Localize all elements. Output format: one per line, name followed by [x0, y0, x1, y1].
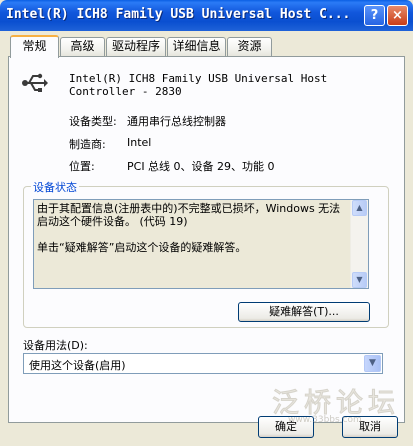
location-value: PCI 总线 0、设备 29、功能 0 — [127, 160, 275, 173]
status-scrollbar[interactable]: ▲ ▼ — [350, 200, 368, 288]
chevron-down-icon[interactable]: ▼ — [364, 355, 381, 372]
tab-driver[interactable]: 驱动程序 — [106, 37, 166, 56]
device-usage-label: 设备用法(D): — [23, 339, 88, 352]
close-button[interactable]: × — [387, 5, 408, 26]
troubleshoot-button[interactable]: 疑难解答(T)... — [238, 302, 370, 322]
status-text: 由于其配置信息(注册表中的)不完整或已损坏，Windows 无法启动这个硬件设备… — [37, 202, 350, 254]
device-name: Intel(R) ICH8 Family USB Universal Host … — [69, 72, 328, 98]
scroll-down-arrow-icon[interactable]: ▼ — [352, 272, 367, 288]
manufacturer-value: Intel — [127, 136, 152, 149]
tab-resources[interactable]: 资源 — [227, 37, 272, 56]
device-type-value: 通用串行总线控制器 — [127, 115, 226, 128]
status-hint: 单击“疑难解答”启动这个设备的疑难解答。 — [37, 241, 247, 254]
scroll-up-arrow-icon[interactable]: ▲ — [352, 200, 367, 216]
usb-icon — [22, 72, 48, 94]
help-button[interactable]: ? — [364, 5, 385, 26]
manufacturer-label: 制造商: — [69, 138, 106, 151]
device-status-title: 设备状态 — [31, 179, 79, 195]
status-textbox[interactable]: 由于其配置信息(注册表中的)不完整或已损坏，Windows 无法启动这个硬件设备… — [33, 199, 369, 289]
window-title: Intel(R) ICH8 Family USB Universal Host … — [6, 7, 351, 22]
forum-watermark: 泛桥论坛 www.33bbs.com — [272, 381, 404, 427]
location-label: 位置: — [69, 160, 95, 173]
tab-general[interactable]: 常规 — [10, 35, 59, 58]
watermark-url: www.33bbs.com — [288, 415, 362, 425]
device-type-label: 设备类型: — [69, 115, 117, 128]
device-usage-select[interactable]: 使用这个设备(启用) ▼ — [23, 353, 383, 374]
tab-details[interactable]: 详细信息 — [167, 37, 226, 56]
status-message: 由于其配置信息(注册表中的)不完整或已损坏，Windows 无法启动这个硬件设备… — [37, 202, 341, 228]
title-bar[interactable]: Intel(R) ICH8 Family USB Universal Host … — [0, 0, 413, 31]
tab-advanced[interactable]: 高级 — [60, 37, 105, 56]
device-usage-value: 使用这个设备(启用) — [29, 359, 126, 372]
